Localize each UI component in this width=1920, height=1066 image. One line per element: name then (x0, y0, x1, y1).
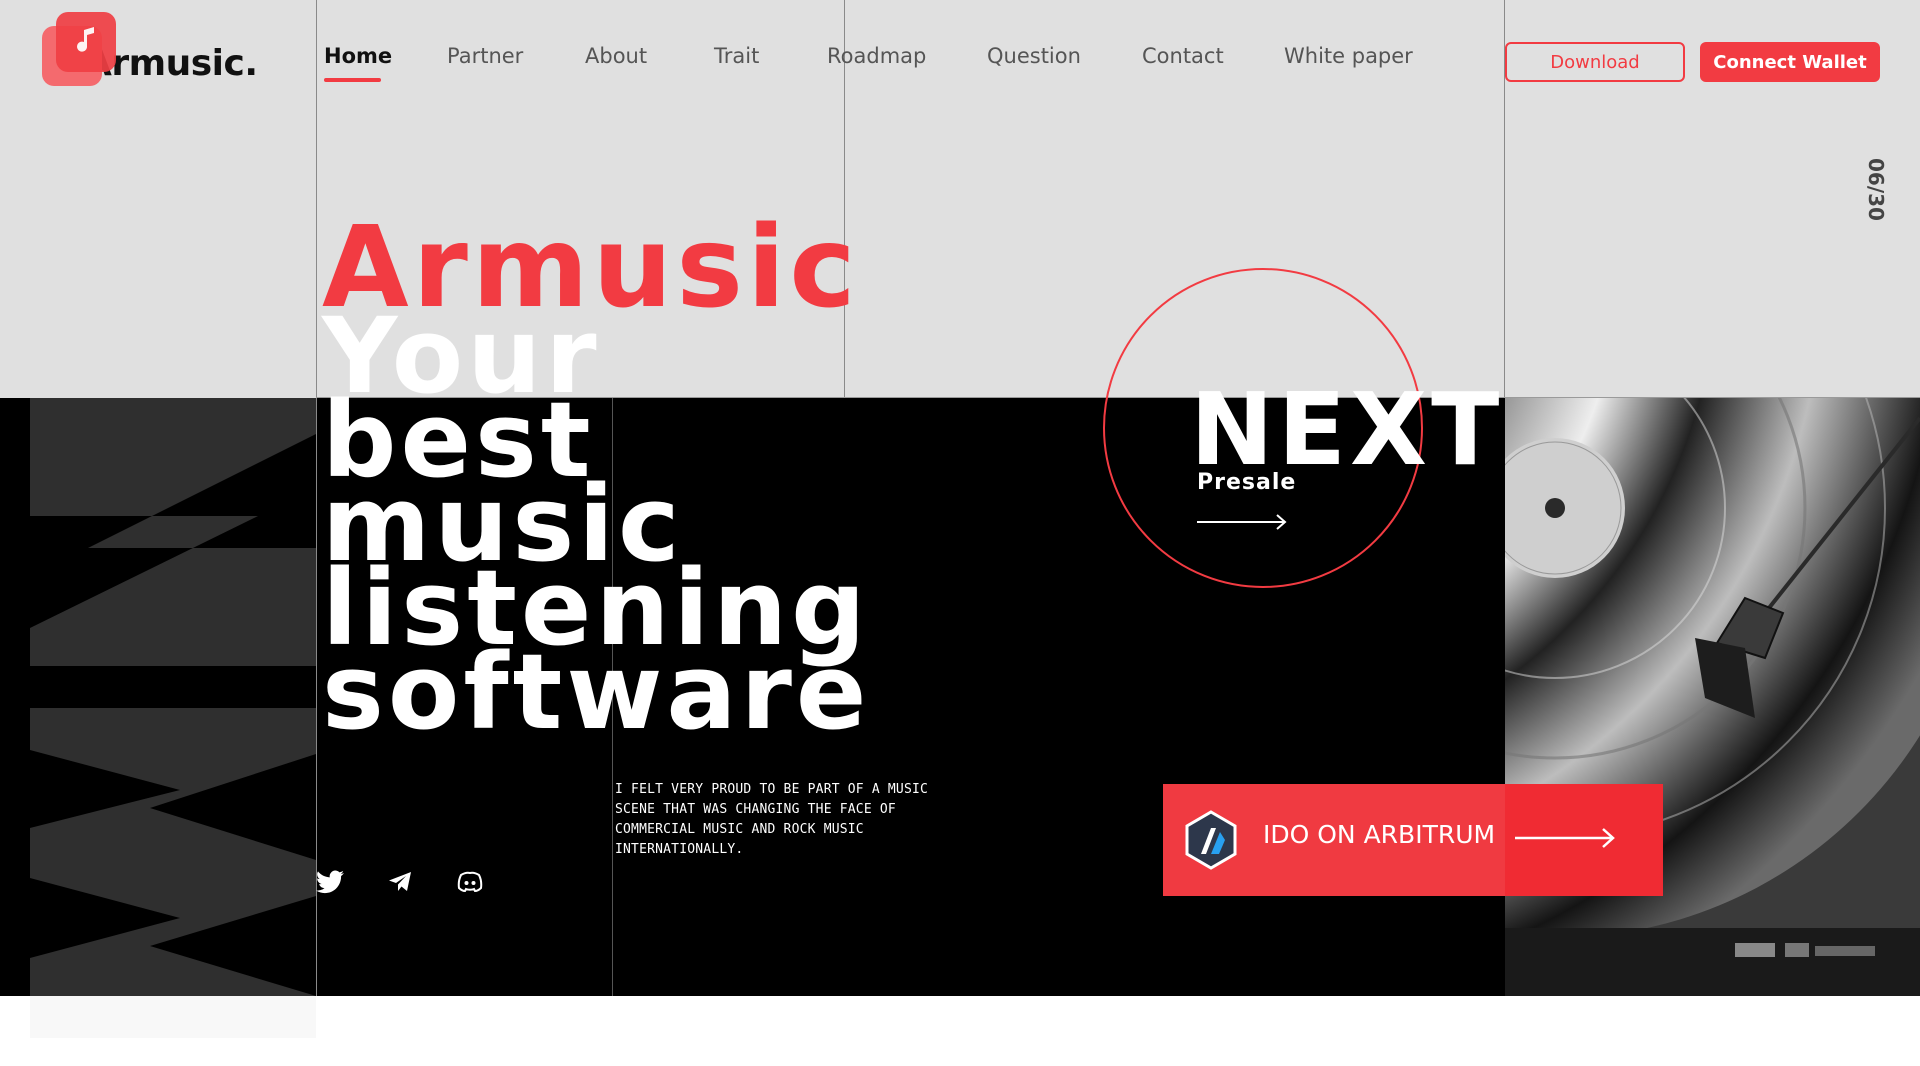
telegram-icon[interactable] (386, 868, 414, 896)
connect-wallet-button[interactable]: Connect Wallet (1700, 42, 1880, 82)
download-button[interactable]: Download (1505, 42, 1685, 82)
grid-line (316, 0, 317, 996)
arrow-right-icon (1515, 826, 1617, 855)
nav-item-trait[interactable]: Trait (714, 44, 759, 68)
page-counter: 06/30 (1864, 158, 1888, 221)
nav-item-white-paper[interactable]: White paper (1284, 44, 1413, 68)
nav-item-question[interactable]: Question (987, 44, 1081, 68)
arbitrum-logo-icon (1183, 810, 1239, 875)
nav-item-partner[interactable]: Partner (447, 44, 523, 68)
hero-line: software (322, 631, 871, 753)
ido-label: IDO ON ARBITRUM (1263, 820, 1496, 849)
social-links (316, 868, 484, 896)
logo-mark (42, 12, 120, 88)
turntable-photo (1505, 398, 1920, 996)
discord-icon[interactable] (456, 868, 484, 896)
active-nav-indicator (324, 78, 381, 82)
nav-item-about[interactable]: About (585, 44, 647, 68)
next-heading: NEXT (1190, 371, 1504, 488)
nav-item-roadmap[interactable]: Roadmap (827, 44, 926, 68)
hero-description: I felt very proud to be part of a music … (615, 782, 929, 857)
brand-logo[interactable]: Armusic. (42, 12, 258, 88)
background-letters (30, 398, 316, 996)
music-note-icon (72, 24, 100, 61)
bottom-ghost-block (30, 996, 316, 1038)
twitter-icon[interactable] (316, 868, 344, 896)
hero-headline: Armusic Your best music listening softwa… (322, 212, 871, 753)
nav-item-contact[interactable]: Contact (1142, 44, 1224, 68)
presale-label: Presale (1197, 470, 1297, 495)
arrow-right-icon[interactable] (1197, 512, 1289, 537)
nav-item-home[interactable]: Home (324, 44, 392, 68)
